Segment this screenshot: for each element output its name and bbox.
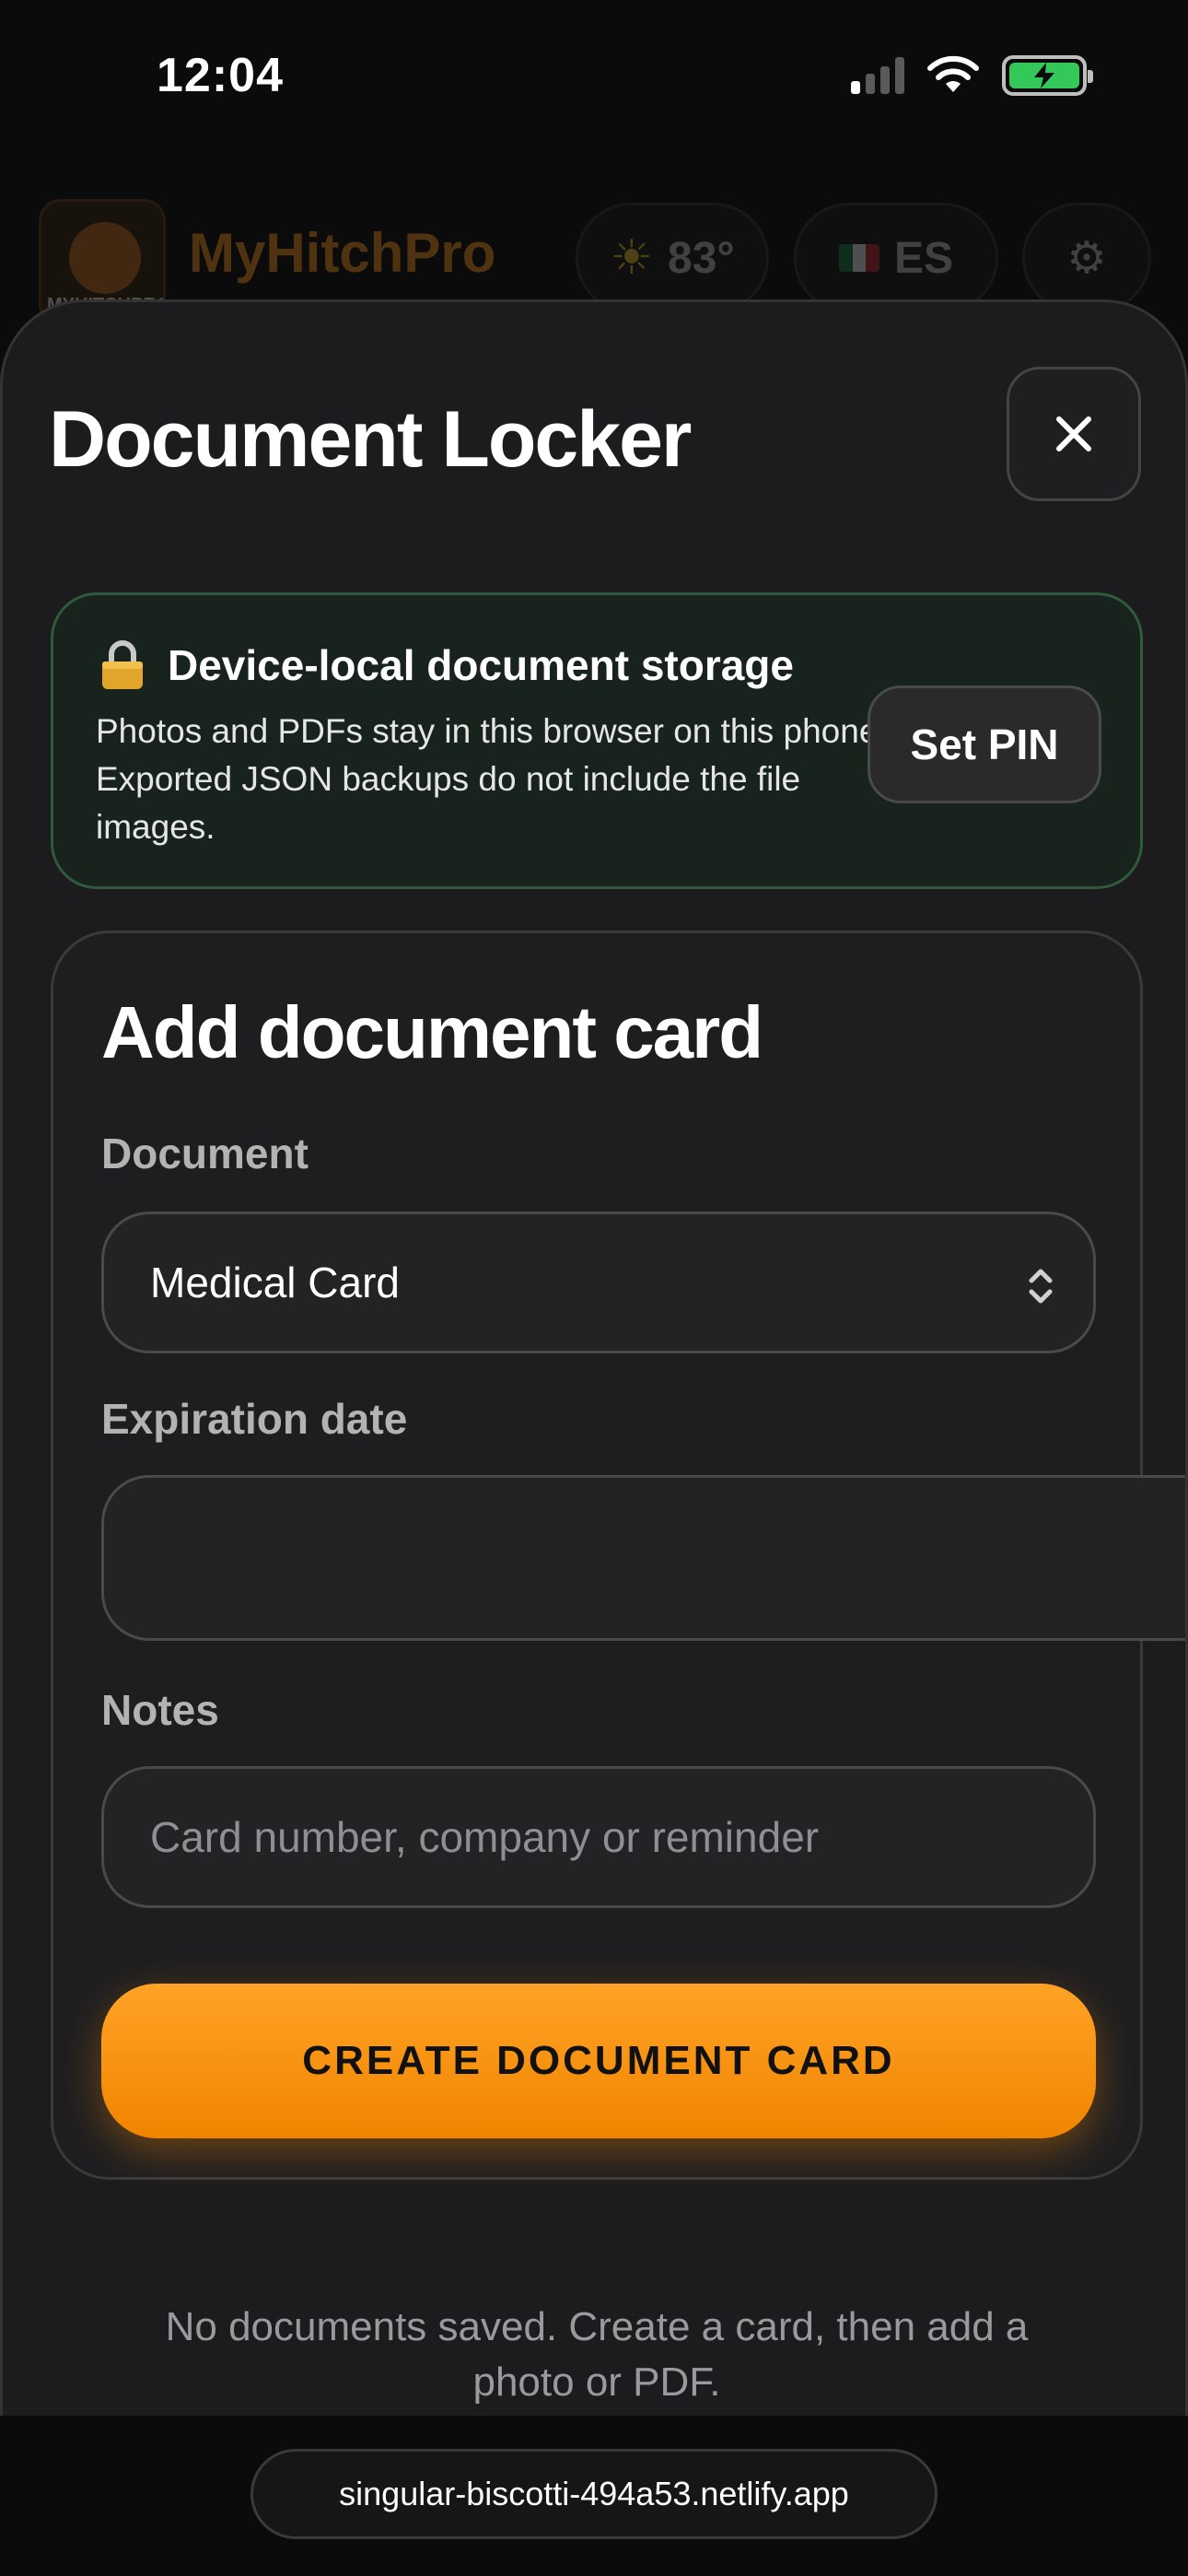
storage-description: Photos and PDFs stay in this browser on … — [96, 712, 888, 846]
screen: 12:04 MYHITCHPRO MyHitchPro ☀ — [0, 0, 1188, 2576]
weather-temperature: 83° — [668, 233, 735, 283]
add-document-card-form: Add document card Document Medical Card … — [51, 931, 1185, 2180]
language-pill: ES — [794, 203, 998, 313]
document-label: Document — [101, 1130, 309, 1177]
cellular-signal-icon — [851, 57, 904, 94]
settings-pill: ⚙ — [1022, 203, 1151, 313]
battery-charging-icon — [1002, 55, 1093, 96]
modal-title: Document Locker — [49, 395, 692, 484]
form-title: Add document card — [101, 991, 763, 1073]
document-select-value: Medical Card — [150, 1259, 400, 1306]
document-select[interactable]: Medical Card — [101, 1212, 1096, 1353]
gear-icon: ⚙ — [1066, 234, 1107, 283]
notes-input[interactable]: Card number, company or reminder — [101, 1766, 1096, 1908]
expiration-date-label: Expiration date — [101, 1395, 408, 1443]
empty-state-message: No documents saved. Create a card, then … — [165, 2304, 1029, 2405]
mexico-flag-icon — [838, 244, 879, 272]
expiration-date-input[interactable] — [101, 1475, 1185, 1641]
notes-label: Notes — [101, 1686, 219, 1734]
status-icons — [851, 55, 1093, 96]
app-title: MyHitchPro — [189, 222, 496, 284]
set-pin-button[interactable]: Set PIN — [868, 685, 1101, 803]
close-icon — [1056, 416, 1091, 451]
wifi-icon — [927, 55, 979, 92]
storage-title-row: Device-local document storage — [99, 639, 794, 691]
chevron-up-down-icon — [1029, 1269, 1053, 1304]
weather-pill: ☀ 83° — [576, 203, 769, 313]
storage-title: Device-local document storage — [168, 641, 794, 689]
url-bar[interactable]: singular-biscotti-494a53.netlify.app — [250, 2449, 938, 2539]
storage-info-banner: Device-local document storage Photos and… — [51, 592, 1143, 889]
close-button[interactable] — [1007, 367, 1141, 501]
status-time: 12:04 — [157, 49, 284, 102]
status-bar: 12:04 — [0, 0, 1188, 166]
create-document-card-button[interactable]: CREATE DOCUMENT CARD — [101, 1984, 1096, 2138]
browser-toolbar: singular-biscotti-494a53.netlify.app — [0, 2416, 1188, 2576]
partly-sunny-icon: ☀ — [610, 231, 654, 285]
language-code: ES — [893, 233, 954, 283]
document-locker-sheet: Document Locker Device-local document st… — [0, 299, 1188, 2418]
lock-icon — [102, 640, 143, 689]
